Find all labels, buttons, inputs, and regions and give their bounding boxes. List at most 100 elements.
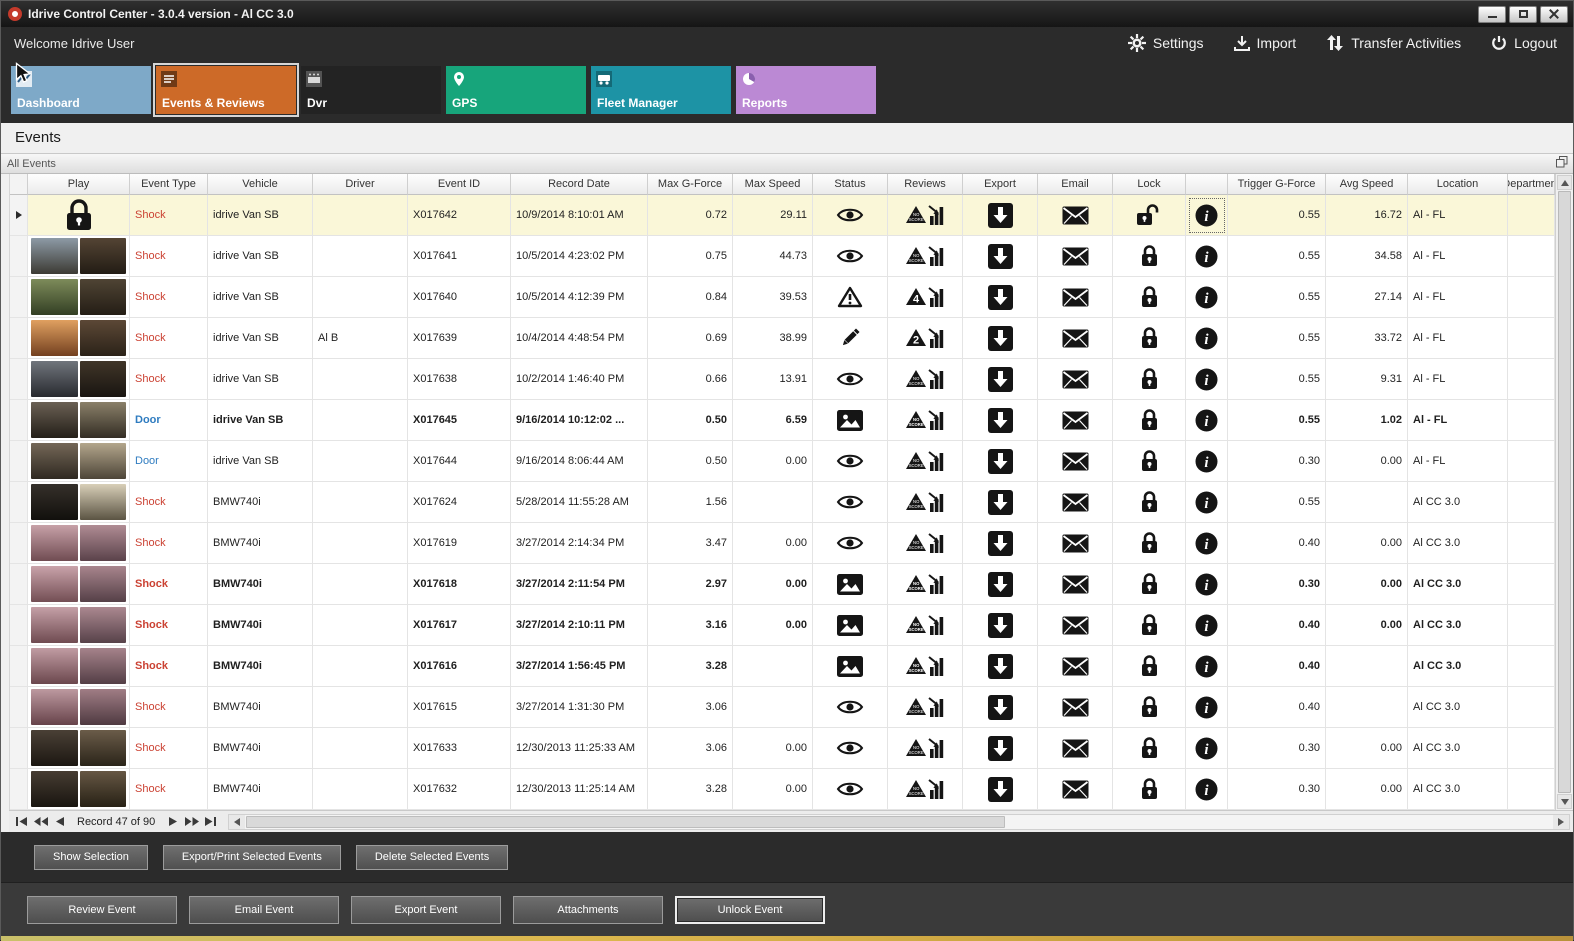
- table-row-X017617[interactable]: Shock BMW740i X017617 3/27/2014 2:10:11 PM 3…: [10, 605, 1555, 646]
- column-header-event-id[interactable]: Event ID: [408, 174, 511, 195]
- close-button[interactable]: [1540, 5, 1568, 23]
- tab-dvr[interactable]: Dvr: [301, 66, 441, 114]
- lock-open-icon[interactable]: [1113, 195, 1186, 236]
- column-header-reviews[interactable]: Reviews: [888, 174, 963, 195]
- status-eye-icon[interactable]: [813, 769, 888, 810]
- export-icon[interactable]: [963, 236, 1038, 277]
- lock-closed-icon[interactable]: [1113, 523, 1186, 564]
- email-icon[interactable]: [1038, 605, 1113, 646]
- info-icon[interactable]: i: [1186, 318, 1228, 359]
- thumbnail-images[interactable]: [28, 769, 129, 809]
- tab-events-reviews[interactable]: Events & Reviews: [153, 63, 299, 117]
- export-icon[interactable]: [963, 441, 1038, 482]
- info-icon[interactable]: i: [1186, 728, 1228, 769]
- lock-closed-icon[interactable]: [1113, 318, 1186, 359]
- vertical-scroll-thumb[interactable]: [1558, 191, 1571, 793]
- export-icon[interactable]: [963, 318, 1038, 359]
- reviews-score-icon[interactable]: NO SCORE: [888, 605, 963, 646]
- info-icon[interactable]: i: [1186, 482, 1228, 523]
- email-icon[interactable]: [1038, 728, 1113, 769]
- status-warning-icon[interactable]: [813, 277, 888, 318]
- info-icon[interactable]: i: [1186, 277, 1228, 318]
- reviews-score-icon[interactable]: NO SCORE: [888, 400, 963, 441]
- column-header-driver[interactable]: Driver: [313, 174, 408, 195]
- reviews-score-icon[interactable]: NO SCORE: [888, 687, 963, 728]
- table-row-X017624[interactable]: Shock BMW740i X017624 5/28/2014 11:55:28 AM…: [10, 482, 1555, 523]
- lock-closed-icon[interactable]: [1113, 564, 1186, 605]
- lock-large-icon[interactable]: [64, 197, 94, 233]
- reviews-score-icon[interactable]: NO SCORE: [888, 482, 963, 523]
- status-eye-icon[interactable]: [813, 523, 888, 564]
- table-row-X017619[interactable]: Shock BMW740i X017619 3/27/2014 2:14:34 PM 3…: [10, 523, 1555, 564]
- reviews-score-icon[interactable]: 2: [888, 318, 963, 359]
- reviews-score-icon[interactable]: NO SCORE: [888, 523, 963, 564]
- reviews-score-icon[interactable]: NO SCORE: [888, 195, 963, 236]
- lock-closed-icon[interactable]: [1113, 687, 1186, 728]
- event-thumbnail[interactable]: [28, 564, 130, 605]
- event-thumbnail[interactable]: [28, 605, 130, 646]
- info-icon[interactable]: i: [1186, 605, 1228, 646]
- table-row-X017638[interactable]: Shock idrive Van SB X017638 10/2/2014 1:46:…: [10, 359, 1555, 400]
- event-thumbnail[interactable]: [28, 318, 130, 359]
- status-eye-icon[interactable]: [813, 359, 888, 400]
- menu-item-logout[interactable]: Logout: [1491, 35, 1557, 51]
- thumbnail-images[interactable]: [28, 482, 129, 522]
- event-thumbnail[interactable]: [28, 687, 130, 728]
- thumbnail-images[interactable]: [28, 605, 129, 645]
- export-icon[interactable]: [963, 605, 1038, 646]
- info-icon[interactable]: i: [1186, 769, 1228, 810]
- email-icon[interactable]: [1038, 646, 1113, 687]
- email-icon[interactable]: [1038, 400, 1113, 441]
- column-header-play[interactable]: Play: [28, 174, 130, 195]
- button-attachments[interactable]: Attachments: [513, 895, 663, 924]
- export-icon[interactable]: [963, 728, 1038, 769]
- column-header-lock[interactable]: Lock: [1113, 174, 1186, 195]
- export-icon[interactable]: [963, 564, 1038, 605]
- nav-first-icon[interactable]: [12, 813, 31, 831]
- reviews-score-icon[interactable]: NO SCORE: [888, 728, 963, 769]
- status-image-icon[interactable]: [813, 646, 888, 687]
- info-icon[interactable]: i: [1186, 523, 1228, 564]
- column-header-event-type[interactable]: Event Type: [130, 174, 208, 195]
- reviews-score-icon[interactable]: 4: [888, 277, 963, 318]
- info-icon[interactable]: i: [1186, 195, 1228, 236]
- event-thumbnail[interactable]: [28, 441, 130, 482]
- table-row-X017632[interactable]: Shock BMW740i X017632 12/30/2013 11:25:14 A…: [10, 769, 1555, 810]
- column-header-vehicle[interactable]: Vehicle: [208, 174, 313, 195]
- event-thumbnail[interactable]: [28, 769, 130, 810]
- info-icon[interactable]: i: [1186, 236, 1228, 277]
- info-icon[interactable]: i: [1186, 646, 1228, 687]
- scroll-left-icon[interactable]: [229, 814, 246, 829]
- event-thumbnail[interactable]: [28, 400, 130, 441]
- tab-gps[interactable]: GPS: [446, 66, 586, 114]
- lock-closed-icon[interactable]: [1113, 441, 1186, 482]
- scroll-right-icon[interactable]: [1553, 814, 1569, 829]
- table-row-X017644[interactable]: Door idrive Van SB X017644 9/16/2014 8:06:4…: [10, 441, 1555, 482]
- export-icon[interactable]: [963, 277, 1038, 318]
- tab-fleet-manager[interactable]: Fleet Manager: [591, 66, 731, 114]
- table-row-X017640[interactable]: Shock idrive Van SB X017640 10/5/2014 4:12:…: [10, 277, 1555, 318]
- event-thumbnail[interactable]: [28, 236, 130, 277]
- reviews-score-icon[interactable]: NO SCORE: [888, 564, 963, 605]
- table-row-X017639[interactable]: Shock idrive Van SB Al B X017639 10/4/2014 4…: [10, 318, 1555, 359]
- info-icon[interactable]: i: [1186, 564, 1228, 605]
- scroll-down-icon[interactable]: [1557, 794, 1572, 809]
- export-icon[interactable]: [963, 482, 1038, 523]
- thumbnail-images[interactable]: [28, 564, 129, 604]
- column-header-avg-speed[interactable]: Avg Speed: [1326, 174, 1408, 195]
- table-row-X017641[interactable]: Shock idrive Van SB X017641 10/5/2014 4:23:…: [10, 236, 1555, 277]
- export-icon[interactable]: [963, 195, 1038, 236]
- lock-closed-icon[interactable]: [1113, 359, 1186, 400]
- reviews-score-icon[interactable]: NO SCORE: [888, 769, 963, 810]
- reviews-score-icon[interactable]: NO SCORE: [888, 646, 963, 687]
- button-review-event[interactable]: Review Event: [27, 895, 177, 924]
- table-row-X017618[interactable]: Shock BMW740i X017618 3/27/2014 2:11:54 PM 2…: [10, 564, 1555, 605]
- column-header-record-date[interactable]: Record Date: [511, 174, 648, 195]
- nav-prevpage-icon[interactable]: [31, 813, 50, 831]
- email-icon[interactable]: [1038, 769, 1113, 810]
- status-eye-icon[interactable]: [813, 236, 888, 277]
- email-icon[interactable]: [1038, 564, 1113, 605]
- menu-item-settings[interactable]: Settings: [1127, 34, 1204, 52]
- table-row-X017633[interactable]: Shock BMW740i X017633 12/30/2013 11:25:33 A…: [10, 728, 1555, 769]
- tab-dashboard[interactable]: Dashboard: [11, 66, 151, 114]
